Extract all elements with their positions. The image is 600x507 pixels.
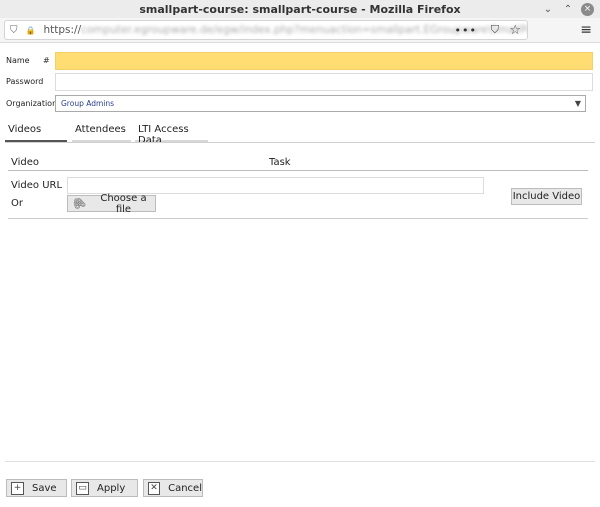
footer-divider: [5, 461, 595, 462]
password-input[interactable]: [55, 73, 593, 91]
apply-label: Apply: [97, 482, 126, 494]
window-title: smallpart-course: smallpart-course - Moz…: [139, 2, 461, 16]
apply-icon: ▭: [76, 481, 89, 495]
pocket-icon[interactable]: ⛉: [491, 23, 499, 37]
menu-icon[interactable]: ≡: [580, 22, 592, 38]
cancel-icon: ✕: [148, 481, 161, 495]
tab-lti-access-data[interactable]: LTI Access Data: [135, 124, 208, 146]
bookmark-star-icon[interactable]: ☆: [509, 23, 521, 38]
video-url-label: Video URL: [11, 180, 63, 191]
window-titlebar: smallpart-course: smallpart-course - Moz…: [0, 0, 600, 18]
apply-button[interactable]: ▭ Apply: [71, 479, 138, 497]
name-label: Name: [6, 56, 30, 65]
password-label: Password: [6, 77, 44, 86]
choose-file-label: Choose a file: [100, 192, 147, 215]
window-controls: ⌄ ⌃ ×: [541, 0, 594, 18]
lock-icon[interactable]: 🔒: [26, 26, 36, 35]
page-actions-icon[interactable]: •••: [455, 24, 477, 37]
minimize-icon[interactable]: ⌄: [541, 4, 555, 15]
include-video-button[interactable]: Include Video: [511, 188, 582, 205]
chevron-down-icon[interactable]: ▼: [575, 96, 581, 111]
maximize-icon[interactable]: ⌃: [561, 4, 575, 15]
choose-file-button[interactable]: 🖇 Choose a file: [67, 192, 156, 215]
tab-attendees[interactable]: Attendees: [72, 124, 131, 142]
organization-value: Group Admins: [61, 99, 115, 108]
or-label: Or: [11, 198, 23, 209]
videos-bottom-divider: [8, 218, 588, 219]
task-column-header: Task: [269, 157, 291, 168]
tab-divider: [5, 142, 595, 143]
save-button[interactable]: + Save: [6, 479, 67, 497]
cancel-label: Cancel: [168, 482, 202, 494]
cancel-button[interactable]: ✕ Cancel: [143, 479, 203, 497]
header-divider: [8, 170, 588, 171]
name-hash: #: [43, 56, 50, 65]
name-input[interactable]: [55, 52, 593, 70]
shield-icon[interactable]: ⛉: [10, 25, 18, 36]
tab-videos[interactable]: Videos: [5, 124, 67, 142]
close-window-icon[interactable]: ×: [581, 2, 594, 16]
save-icon: +: [11, 481, 24, 495]
organization-label: Organization: [6, 99, 58, 108]
save-label: Save: [32, 482, 57, 494]
browser-navbar: ⛉ 🔒 https://computer.egroupware.de/egw/i…: [0, 18, 600, 43]
organization-select[interactable]: Group Admins ▼: [55, 95, 586, 112]
paperclip-icon: 🖇: [69, 194, 89, 213]
url-bar[interactable]: ⛉ 🔒 https://computer.egroupware.de/egw/i…: [4, 20, 528, 40]
video-url-input[interactable]: [67, 177, 484, 194]
url-scheme: https://: [43, 24, 82, 36]
video-column-header: Video: [11, 157, 40, 168]
